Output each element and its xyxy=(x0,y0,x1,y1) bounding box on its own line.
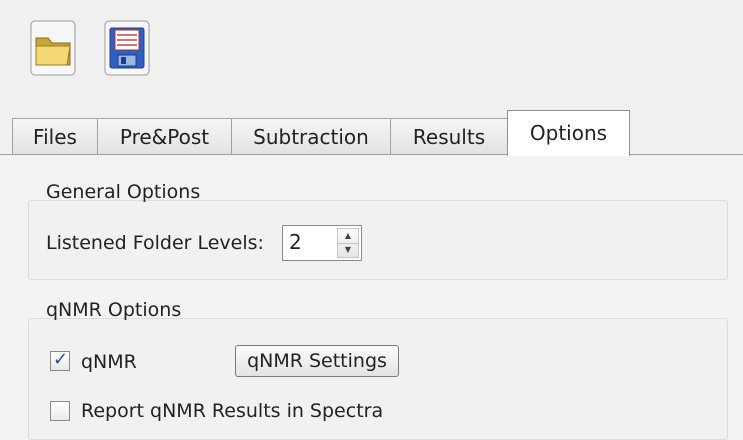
save-button[interactable] xyxy=(104,20,150,76)
tab-files[interactable]: Files xyxy=(12,118,98,154)
tab-label: Options xyxy=(529,121,608,145)
tab-bar: Files Pre&Post Subtraction Results Optio… xyxy=(0,110,743,156)
folder-levels-label: Listened Folder Levels: xyxy=(46,232,264,254)
tab-label: Results xyxy=(412,125,486,149)
toolbar xyxy=(0,0,743,100)
checkmark-icon: ✓ xyxy=(53,349,69,370)
tab-label: Subtraction xyxy=(253,125,369,149)
folder-levels-spinbox[interactable]: 2 ▲ ▼ xyxy=(282,225,362,261)
spin-down-icon[interactable]: ▼ xyxy=(338,243,358,257)
spin-up-icon[interactable]: ▲ xyxy=(338,229,358,244)
report-qnmr-label: Report qNMR Results in Spectra xyxy=(81,400,384,422)
tab-label: Files xyxy=(33,125,77,149)
folder-open-icon xyxy=(30,20,76,76)
general-options-title: General Options xyxy=(46,181,201,203)
folder-levels-value: 2 xyxy=(289,230,302,254)
floppy-save-icon xyxy=(104,20,150,76)
tab-label: Pre&Post xyxy=(119,125,210,149)
tab-subtraction[interactable]: Subtraction xyxy=(231,118,391,154)
qnmr-options-title: qNMR Options xyxy=(46,299,182,321)
open-folder-button[interactable] xyxy=(30,20,76,76)
qnmr-checkbox-label: qNMR xyxy=(81,351,137,373)
tab-options[interactable]: Options xyxy=(507,110,630,156)
spin-buttons: ▲ ▼ xyxy=(337,228,359,258)
qnmr-settings-button[interactable]: qNMR Settings xyxy=(235,345,399,377)
tab-results[interactable]: Results xyxy=(390,118,508,154)
tab-pre-post[interactable]: Pre&Post xyxy=(97,118,232,154)
qnmr-checkbox[interactable]: ✓ xyxy=(50,349,70,371)
report-qnmr-checkbox[interactable] xyxy=(50,401,70,421)
